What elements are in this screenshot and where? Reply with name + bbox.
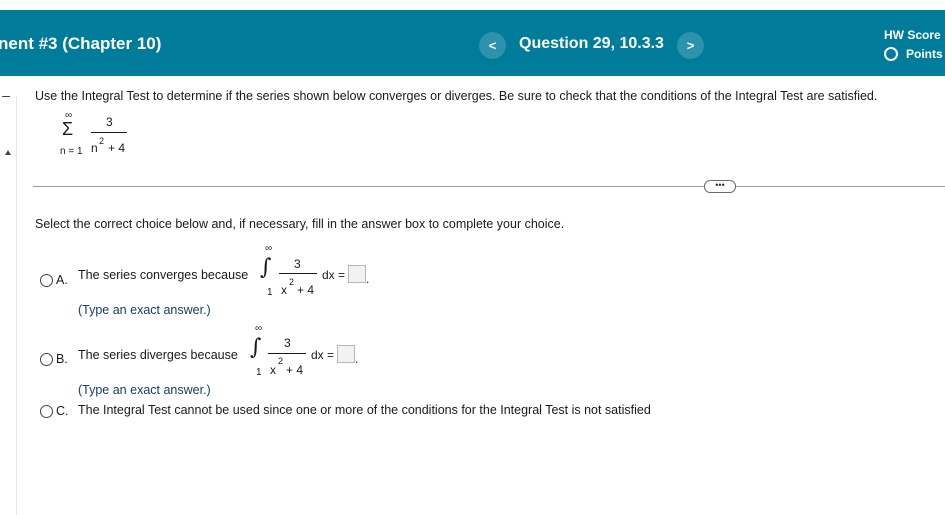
integral-b-denominator-base: x: [270, 363, 276, 377]
integral-b-upper: ∞: [255, 323, 263, 334]
integral-b-dx: dx =: [311, 348, 335, 362]
assignment-title: nent #3 (Chapter 10): [0, 34, 162, 53]
series-denominator-base: n: [91, 141, 98, 155]
integral-b-numerator: 3: [284, 336, 291, 350]
choice-a-period: .: [366, 272, 370, 286]
points-circle-icon: [884, 47, 898, 61]
integral-b-denominator-rest: + 4: [286, 363, 304, 377]
series-numerator: 3: [106, 115, 113, 129]
integral-a-numerator: 3: [294, 257, 301, 271]
choice-c-radio[interactable]: [40, 405, 53, 418]
choice-a-text: The series converges because: [78, 268, 249, 282]
choice-c-letter: C.: [56, 404, 69, 418]
top-strip: [0, 0, 945, 10]
integral-a-lower: 1: [267, 287, 273, 298]
question-title: Question 29, 10.3.3: [519, 35, 664, 52]
choice-c-text: The Integral Test cannot be used since o…: [78, 403, 651, 417]
select-prompt: Select the correct choice below and, if …: [35, 217, 565, 231]
chevron-right-icon: >: [686, 38, 695, 53]
choice-a-letter: A.: [56, 273, 68, 287]
integral-a-dx: dx =: [322, 268, 346, 282]
hw-score-label: HW Score: [884, 28, 941, 42]
previous-question-button[interactable]: <: [479, 32, 506, 59]
series-lower-limit: n = 1: [60, 146, 83, 157]
points-text: Points: [906, 47, 943, 61]
choice-b-answer-box[interactable]: [337, 345, 355, 363]
sigma-icon: Σ: [62, 119, 74, 139]
choice-a-radio[interactable]: [40, 274, 53, 287]
integral-b-fraction-bar: [268, 353, 306, 354]
chevron-left-icon: <: [488, 38, 497, 53]
choice-b-hint: (Type an exact answer.): [78, 383, 211, 397]
integral-a-denominator-rest: + 4: [297, 283, 315, 297]
choice-a-hint: (Type an exact answer.): [78, 303, 211, 317]
series-denominator-exponent: 2: [99, 136, 105, 146]
integral-a-sign-icon: ∫: [260, 255, 272, 280]
left-panel-divider: [16, 96, 17, 515]
choice-b-period: .: [355, 352, 359, 366]
integral-a-denominator-base: x: [281, 283, 287, 297]
points-label: Points: [884, 47, 943, 61]
scroll-up-arrow-icon[interactable]: [5, 150, 11, 155]
more-options-button[interactable]: •••: [704, 180, 736, 193]
collapse-panel-handle[interactable]: [2, 96, 10, 97]
assignment-header: nent #3 (Chapter 10) < Question 29, 10.3…: [0, 10, 945, 76]
integral-a-fraction-bar: [279, 273, 317, 274]
choice-a-answer-box[interactable]: [348, 265, 366, 283]
series-denominator-rest: + 4: [108, 141, 126, 155]
choice-b-text: The series diverges because: [78, 348, 238, 362]
integral-b-lower: 1: [256, 367, 262, 378]
integral-b-sign-icon: ∫: [250, 335, 262, 360]
integral-a-upper: ∞: [265, 243, 273, 254]
integral-b-denominator-exponent: 2: [278, 356, 284, 366]
question-instructions: Use the Integral Test to determine if th…: [35, 89, 878, 103]
next-question-button[interactable]: >: [677, 32, 704, 59]
series-fraction-bar: [91, 132, 127, 133]
section-divider: [33, 186, 945, 187]
integral-a-denominator-exponent: 2: [289, 277, 295, 287]
choice-b-radio[interactable]: [40, 353, 53, 366]
choice-b-letter: B.: [56, 352, 68, 366]
